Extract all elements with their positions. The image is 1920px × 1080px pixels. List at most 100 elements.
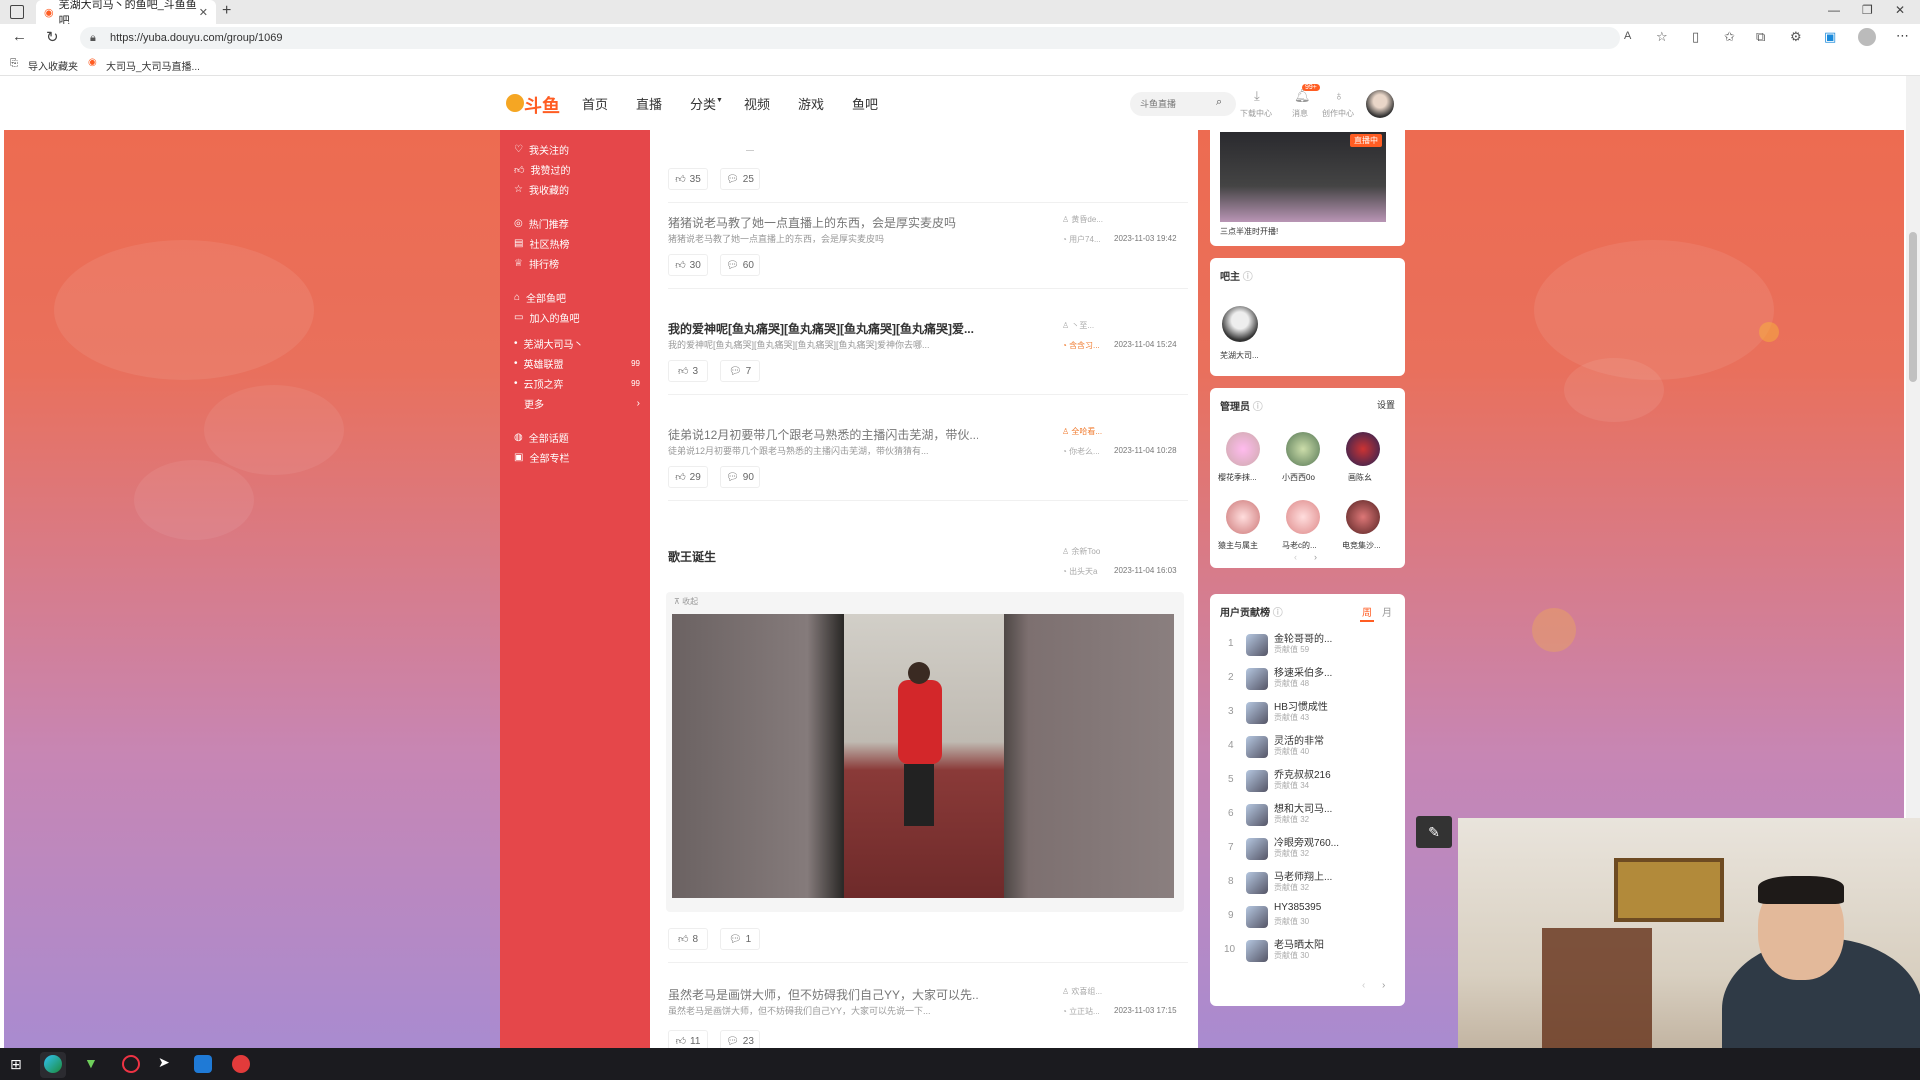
favorite-star-icon[interactable]: ☆ — [1656, 29, 1668, 45]
next-arrow-icon[interactable]: › — [1382, 980, 1385, 991]
post-replier[interactable]: ◔ 用户74... — [1062, 234, 1101, 245]
app-icon-v[interactable]: ▼ — [84, 1055, 98, 1071]
menu-dots-icon[interactable]: ⋯ — [1896, 28, 1909, 44]
post-title[interactable]: 我的爱神呢[鱼丸痛哭][鱼丸痛哭][鱼丸痛哭][鱼丸痛哭]爱... — [668, 320, 978, 337]
collapse-toggle[interactable]: ⊼ 收起 — [674, 596, 698, 607]
like-button[interactable]: 👍︎ 35 — [668, 168, 708, 190]
minimize-icon[interactable]: — — [1828, 3, 1840, 17]
creator-center[interactable]: ♁ 创作中心 — [1322, 88, 1362, 122]
rank-row[interactable]: 7 冷眼旁观760... 贡献值 32 — [1220, 832, 1390, 866]
prev-arrow-icon[interactable]: ‹ — [1294, 552, 1297, 562]
admin-item[interactable]: 电竞集沙... — [1340, 500, 1388, 558]
prev-arrow-icon[interactable]: ‹ — [1362, 980, 1365, 991]
admin-item[interactable]: 马老c的... — [1280, 500, 1328, 558]
sidebar-item-all-columns[interactable]: ▣ 全部专栏 — [514, 450, 569, 465]
nav-live[interactable]: 直播 — [636, 94, 662, 113]
post-author[interactable]: ♙ 黄昏de... — [1062, 214, 1103, 225]
rank-row[interactable]: 10 老马晒太阳 贡献值 30 — [1220, 934, 1390, 968]
next-arrow-icon[interactable]: › — [1314, 552, 1317, 562]
split-screen-icon[interactable]: ▯ — [1692, 29, 1699, 45]
admin-item[interactable]: 樱花季抹... — [1218, 432, 1266, 490]
like-button[interactable]: 👍︎ 8 — [668, 928, 708, 950]
collections-icon[interactable]: ⧉ — [1756, 29, 1765, 45]
sidebar-item-following[interactable]: ♡ 我关注的 — [514, 142, 569, 157]
app-icon-red[interactable] — [232, 1055, 250, 1073]
admin-item[interactable]: 小西西0o — [1280, 432, 1328, 490]
sidebar-item-all-topics[interactable]: ◍ 全部话题 — [514, 430, 569, 445]
nav-video[interactable]: 视频 — [744, 94, 770, 113]
write-post-button[interactable]: ✎ — [1416, 816, 1452, 848]
douyu-logo[interactable]: 斗鱼 — [506, 90, 564, 116]
sidebar-item-ranking[interactable]: ♕ 排行榜 — [514, 256, 559, 271]
post-author[interactable]: ♙ 余新Too — [1062, 546, 1100, 557]
profile-avatar[interactable] — [1858, 28, 1876, 46]
search-input[interactable] — [1140, 96, 1212, 112]
nav-yuba[interactable]: 鱼吧 — [852, 94, 878, 113]
app-icon-record[interactable] — [122, 1055, 140, 1073]
owner-name[interactable]: 芜湖大司... — [1220, 350, 1259, 361]
post-author[interactable]: ♙ 欢喜组... — [1062, 986, 1102, 997]
messages[interactable]: 🔔︎ 99+ 消息 — [1286, 84, 1320, 122]
windows-start-icon[interactable]: ⊞ — [10, 1056, 22, 1073]
app-icon-arrow[interactable]: ➤ — [158, 1054, 170, 1071]
extension-icon[interactable]: ⚙ — [1790, 29, 1802, 45]
post-photo[interactable] — [672, 614, 1174, 898]
rank-row[interactable]: 9 HY385395 贡献值 30 — [1220, 900, 1390, 934]
read-aloud-icon[interactable]: A — [1624, 30, 1631, 42]
sidebar-more[interactable]: 更多 › — [514, 396, 640, 411]
admin-item[interactable]: 猿主与属主 — [1218, 500, 1266, 558]
like-button[interactable]: 👍︎ 3 — [668, 360, 708, 382]
nav-category[interactable]: 分类 — [690, 94, 716, 113]
post-replier[interactable]: ◔ 含含习... — [1062, 340, 1100, 351]
post-title[interactable]: 虽然老马是画饼大师，但不妨碍我们自己YY，大家可以先... — [668, 986, 978, 1003]
favorites-icon[interactable]: ✩ — [1724, 29, 1735, 45]
post-title[interactable]: 歌王诞生 — [668, 548, 978, 565]
rank-row[interactable]: 4 灵活的非常 贡献值 40 — [1220, 730, 1390, 764]
browser-tab[interactable]: ◉ 芜湖大司马丶的鱼吧_斗鱼鱼吧 ✕ — [36, 0, 216, 27]
admins-settings-link[interactable]: 设置 — [1377, 398, 1395, 411]
search-icon[interactable]: ⌕ — [1216, 96, 1222, 109]
edge-browser-icon[interactable] — [44, 1055, 62, 1073]
rank-row[interactable]: 3 HB习惯成性 贡献值 43 — [1220, 696, 1390, 730]
post-replier[interactable]: ◔ 出头天a — [1062, 566, 1098, 577]
sidebar-item-all-yuba[interactable]: ⌂ 全部鱼吧 — [514, 290, 566, 305]
favorites-item-import[interactable]: 导入收藏夹 — [28, 58, 78, 73]
comment-button[interactable]: 💬︎ 23 — [720, 1030, 760, 1048]
new-tab-icon[interactable]: + — [222, 2, 231, 20]
post-author[interactable]: ♙ 丶至... — [1062, 320, 1094, 331]
restore-icon[interactable]: ❐ — [1862, 3, 1873, 17]
search-box[interactable]: ⌕ — [1130, 92, 1236, 116]
comment-button[interactable]: 💬︎ 1 — [720, 928, 760, 950]
post-replier[interactable]: ◔ 你老么... — [1062, 446, 1100, 457]
like-button[interactable]: 👍︎ 30 — [668, 254, 708, 276]
comment-button[interactable]: 💬︎ 60 — [720, 254, 760, 276]
comment-button[interactable]: 💬︎ 25 — [720, 168, 760, 190]
nav-games[interactable]: 游戏 — [798, 94, 824, 113]
sidebar-joined-item[interactable]: • 芜湖大司马丶 — [514, 336, 640, 351]
comment-button[interactable]: 💬︎ 90 — [720, 466, 760, 488]
like-button[interactable]: 👍︎ 29 — [668, 466, 708, 488]
url-field[interactable]: 🔒︎ https://yuba.douyu.com/group/1069 — [80, 27, 1620, 49]
live-preview-card[interactable]: 直播中 三点半准时开播! — [1210, 122, 1405, 246]
close-tab-icon[interactable]: ✕ — [199, 6, 208, 19]
like-button[interactable]: 👍︎ 11 — [668, 1030, 708, 1048]
sidebar-item-collected[interactable]: ☆ 我收藏的 — [514, 182, 569, 197]
user-avatar[interactable] — [1366, 90, 1394, 118]
post-replier[interactable]: ◔ 立正站... — [1062, 1006, 1100, 1017]
close-window-icon[interactable]: ✕ — [1895, 3, 1905, 17]
post-title[interactable]: 猪猪说老马教了她一点直播上的东西，会是厚实麦皮吗 — [668, 214, 978, 231]
post-author[interactable]: ♙ 全哈看... — [1062, 426, 1102, 437]
comment-button[interactable]: 💬︎ 7 — [720, 360, 760, 382]
refresh-icon[interactable]: ↻ — [46, 28, 59, 46]
browser-essentials-icon[interactable]: ▣ — [1824, 29, 1836, 45]
app-icon-k[interactable] — [194, 1055, 212, 1073]
live-thumbnail[interactable]: 直播中 — [1220, 132, 1386, 222]
admin-item[interactable]: 画陈幺 — [1340, 432, 1388, 490]
rank-row[interactable]: 5 乔克叔叔216 贡献值 34 — [1220, 764, 1390, 798]
tab-month[interactable]: 月 — [1382, 604, 1392, 619]
post-title[interactable]: 徒弟说12月初要带几个跟老马熟悉的主播闪击芜湖，带伙... — [668, 426, 978, 443]
back-icon[interactable]: ← — [12, 28, 27, 45]
download-center[interactable]: ⤓ 下载中心 — [1240, 88, 1280, 122]
scrollbar-thumb[interactable] — [1909, 232, 1917, 382]
sidebar-item-liked[interactable]: 👍︎ 我赞过的 — [514, 162, 570, 178]
